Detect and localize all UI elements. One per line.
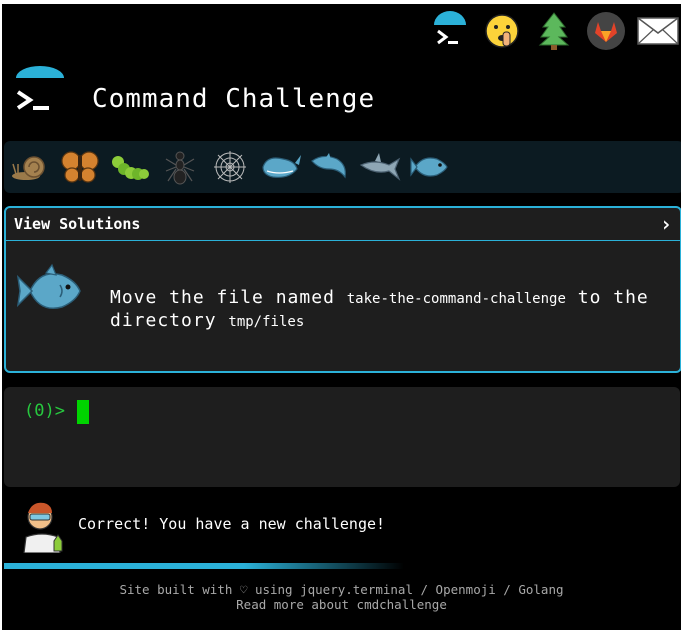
terminal[interactable]: (0)> — [4, 387, 680, 487]
level-fish-icon — [16, 263, 86, 323]
chevron-right-icon[interactable]: › — [660, 212, 672, 236]
snail-icon[interactable] — [8, 145, 52, 189]
footer-credits[interactable]: Site built with ♡ using jquery.terminal … — [2, 582, 681, 597]
progress-bar — [4, 563, 404, 569]
footer: Site built with ♡ using jquery.terminal … — [2, 582, 681, 612]
caterpillar-icon[interactable] — [108, 145, 152, 189]
feedback-message: Correct! You have a new challenge! — [78, 515, 386, 533]
top-icon-bar — [429, 6, 679, 56]
whale-icon[interactable] — [258, 145, 302, 189]
dolphin-icon[interactable] — [308, 145, 352, 189]
view-solutions-label[interactable]: View Solutions — [14, 215, 140, 233]
scientist-icon — [18, 497, 66, 557]
challenge-text: Move the file named take-the-command-cha… — [110, 287, 650, 333]
fish-icon[interactable] — [408, 145, 452, 189]
shushing-face-icon[interactable] — [481, 10, 523, 52]
gitlab-icon[interactable] — [585, 10, 627, 52]
page-title: Command Challenge — [92, 84, 376, 114]
app-frame: Command Challenge View Solutions › Move … — [2, 4, 681, 630]
shark-icon[interactable] — [358, 145, 402, 189]
challenge-prefix: Move the file named — [110, 287, 335, 308]
spider-web-icon[interactable] — [208, 145, 252, 189]
footer-read-more-link[interactable]: Read more about cmdchallenge — [2, 597, 681, 612]
butterfly-icon[interactable] — [58, 145, 102, 189]
terminal-logo-icon — [12, 66, 68, 126]
level-bar — [4, 141, 681, 193]
challenge-body: Move the file named take-the-command-cha… — [6, 241, 680, 369]
challenge-panel: View Solutions › Move the file named tak… — [4, 206, 681, 373]
tree-icon[interactable] — [533, 10, 575, 52]
terminal-icon[interactable] — [429, 10, 471, 52]
challenge-file: take-the-command-challenge — [346, 291, 566, 307]
terminal-prompt: (0)> — [24, 401, 65, 421]
mail-icon[interactable] — [637, 10, 679, 52]
view-solutions-header[interactable]: View Solutions › — [6, 208, 680, 241]
terminal-cursor[interactable] — [77, 400, 89, 424]
ant-icon[interactable] — [158, 145, 202, 189]
challenge-dir: tmp/files — [228, 314, 305, 330]
feedback: Correct! You have a new challenge! — [18, 497, 618, 554]
header: Command Challenge — [12, 64, 672, 134]
